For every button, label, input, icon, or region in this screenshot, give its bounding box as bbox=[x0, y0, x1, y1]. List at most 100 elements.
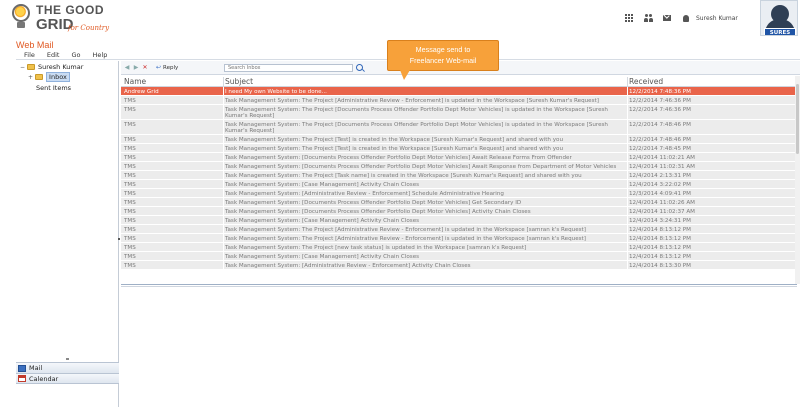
menu-help[interactable]: Help bbox=[93, 51, 108, 59]
message-row[interactable]: TMS Task Management System: The Project [… bbox=[121, 105, 797, 120]
message-row[interactable]: Andrew Grid I need My own Website to be d… bbox=[121, 87, 797, 96]
message-row[interactable]: TMS Task Management System: The Project [… bbox=[121, 120, 797, 135]
menu-go[interactable]: Go bbox=[71, 51, 80, 59]
cell-divider bbox=[627, 234, 628, 242]
callout-line1: Message send to bbox=[415, 45, 471, 54]
bell-icon[interactable] bbox=[681, 14, 691, 23]
cell-divider bbox=[223, 171, 224, 179]
cell-divider bbox=[223, 225, 224, 233]
folder-sent-items[interactable]: Sent Items bbox=[36, 84, 71, 92]
message-subject: Task Management System: [Documents Proce… bbox=[225, 163, 617, 170]
cell-divider bbox=[223, 261, 224, 269]
cell-divider bbox=[223, 252, 224, 260]
message-row[interactable]: TMS Task Management System: [Case Managem… bbox=[121, 252, 797, 261]
message-from: TMS bbox=[124, 154, 136, 161]
message-row[interactable]: TMS Task Management System: [Administrati… bbox=[121, 261, 797, 270]
message-subject: Task Management System: [Case Management… bbox=[225, 217, 420, 224]
expand-icon[interactable]: + bbox=[28, 74, 33, 81]
message-row[interactable]: TMS Task Management System: [Case Managem… bbox=[121, 216, 797, 225]
message-row[interactable]: TMS Task Management System: [Case Managem… bbox=[121, 180, 797, 189]
mail-icon[interactable] bbox=[662, 14, 672, 23]
message-received: 12/4/2014 8:13:12 PM bbox=[629, 244, 692, 251]
collapse-icon[interactable]: − bbox=[20, 64, 25, 70]
message-row[interactable]: TMS Task Management System: [Documents Pr… bbox=[121, 162, 797, 171]
message-from: Andrew Grid bbox=[124, 88, 159, 95]
column-received[interactable]: Received bbox=[629, 77, 663, 87]
message-subject: Task Management System: The Project [new… bbox=[225, 244, 527, 251]
message-subject: Task Management System: [Administrative … bbox=[225, 262, 471, 269]
message-row[interactable]: TMS Task Management System: The Project [… bbox=[121, 234, 797, 243]
message-from: TMS bbox=[124, 121, 136, 128]
menu-file[interactable]: File bbox=[24, 51, 35, 59]
message-received: 12/2/2014 7:46:36 PM bbox=[629, 97, 692, 104]
message-row[interactable]: TMS Task Management System: The Project [… bbox=[121, 225, 797, 234]
folder-icon bbox=[27, 64, 35, 70]
message-from: TMS bbox=[124, 106, 136, 113]
forward-icon[interactable]: ▶ bbox=[133, 64, 139, 71]
cell-divider bbox=[223, 243, 224, 251]
delete-icon[interactable]: ✕ bbox=[142, 64, 148, 71]
avatar-tag: SURES bbox=[764, 28, 796, 35]
message-list: Name Subject Received Andrew Grid I need … bbox=[121, 76, 797, 270]
logo[interactable]: THE GOOD GRID for Country bbox=[8, 3, 118, 35]
scrollbar-thumb[interactable] bbox=[796, 84, 799, 154]
folder-inbox[interactable]: + Inbox bbox=[28, 72, 70, 82]
search-input[interactable] bbox=[224, 64, 353, 72]
message-row[interactable]: TMS Task Management System: [Administrati… bbox=[121, 189, 797, 198]
message-from: TMS bbox=[124, 253, 136, 260]
message-subject: Task Management System: [Documents Proce… bbox=[225, 154, 572, 161]
nav-mail-button[interactable]: Mail bbox=[16, 362, 119, 373]
folder-pane: − Suresh Kumar + Inbox Sent Items Mail C… bbox=[16, 61, 119, 407]
user-name[interactable]: Suresh Kumar bbox=[696, 15, 738, 22]
message-row[interactable]: TMS Task Management System: [Documents Pr… bbox=[121, 198, 797, 207]
message-subject: Task Management System: The Project [Doc… bbox=[225, 121, 608, 135]
cell-divider bbox=[627, 198, 628, 206]
message-row[interactable]: TMS Task Management System: [Documents Pr… bbox=[121, 207, 797, 216]
message-row[interactable]: TMS Task Management System: The Project [… bbox=[121, 171, 797, 180]
search-icon[interactable] bbox=[356, 64, 363, 71]
logo-tagline: for Country bbox=[68, 24, 110, 32]
cell-divider bbox=[627, 216, 628, 224]
message-from: TMS bbox=[124, 145, 136, 152]
message-subject: Task Management System: [Documents Proce… bbox=[225, 199, 522, 206]
message-subject: Task Management System: [Case Management… bbox=[225, 253, 420, 260]
message-row[interactable]: TMS Task Management System: [Documents Pr… bbox=[121, 153, 797, 162]
avatar[interactable]: SURES bbox=[760, 0, 798, 36]
message-row[interactable]: TMS Task Management System: The Project [… bbox=[121, 243, 797, 252]
column-name[interactable]: Name bbox=[124, 77, 146, 87]
menu-edit[interactable]: Edit bbox=[47, 51, 60, 59]
list-scrollbar[interactable] bbox=[795, 76, 800, 284]
list-divider[interactable] bbox=[121, 284, 797, 285]
message-received: 12/4/2014 11:02:37 AM bbox=[629, 208, 696, 215]
row-pointer-icon bbox=[118, 238, 120, 240]
cell-divider bbox=[223, 234, 224, 242]
folder-root-label: Suresh Kumar bbox=[38, 63, 84, 71]
lightbulb-icon bbox=[8, 3, 34, 31]
back-icon[interactable]: ◀ bbox=[124, 64, 130, 71]
cell-divider bbox=[223, 153, 224, 161]
apps-grid-icon[interactable] bbox=[624, 14, 634, 23]
message-row[interactable]: TMS Task Management System: The Project [… bbox=[121, 144, 797, 153]
message-received: 12/3/2014 4:09:41 PM bbox=[629, 190, 692, 197]
message-received: 12/4/2014 8:13:30 PM bbox=[629, 262, 692, 269]
cell-divider bbox=[627, 120, 628, 134]
message-subject: Task Management System: [Documents Proce… bbox=[225, 208, 531, 215]
people-icon[interactable] bbox=[643, 14, 653, 23]
cell-divider bbox=[627, 180, 628, 188]
message-row[interactable]: TMS Task Management System: The Project [… bbox=[121, 135, 797, 144]
top-header: THE GOOD GRID for Country Suresh Kumar S… bbox=[0, 0, 800, 38]
folder-root[interactable]: − Suresh Kumar bbox=[20, 63, 83, 71]
reply-icon: ↩ bbox=[156, 64, 162, 71]
pane-splitter[interactable] bbox=[66, 358, 69, 360]
message-list-header: Name Subject Received bbox=[121, 76, 797, 87]
column-subject[interactable]: Subject bbox=[225, 77, 253, 87]
nav-calendar-button[interactable]: Calendar bbox=[16, 373, 119, 384]
preview-pane-border bbox=[121, 286, 797, 287]
reply-button[interactable]: ↩ Reply bbox=[156, 64, 178, 71]
message-row[interactable]: TMS Task Management System: The Project [… bbox=[121, 96, 797, 105]
message-received: 12/4/2014 11:02:26 AM bbox=[629, 199, 696, 206]
cell-divider bbox=[223, 162, 224, 170]
cell-divider bbox=[627, 225, 628, 233]
message-from: TMS bbox=[124, 163, 136, 170]
cell-divider bbox=[223, 198, 224, 206]
